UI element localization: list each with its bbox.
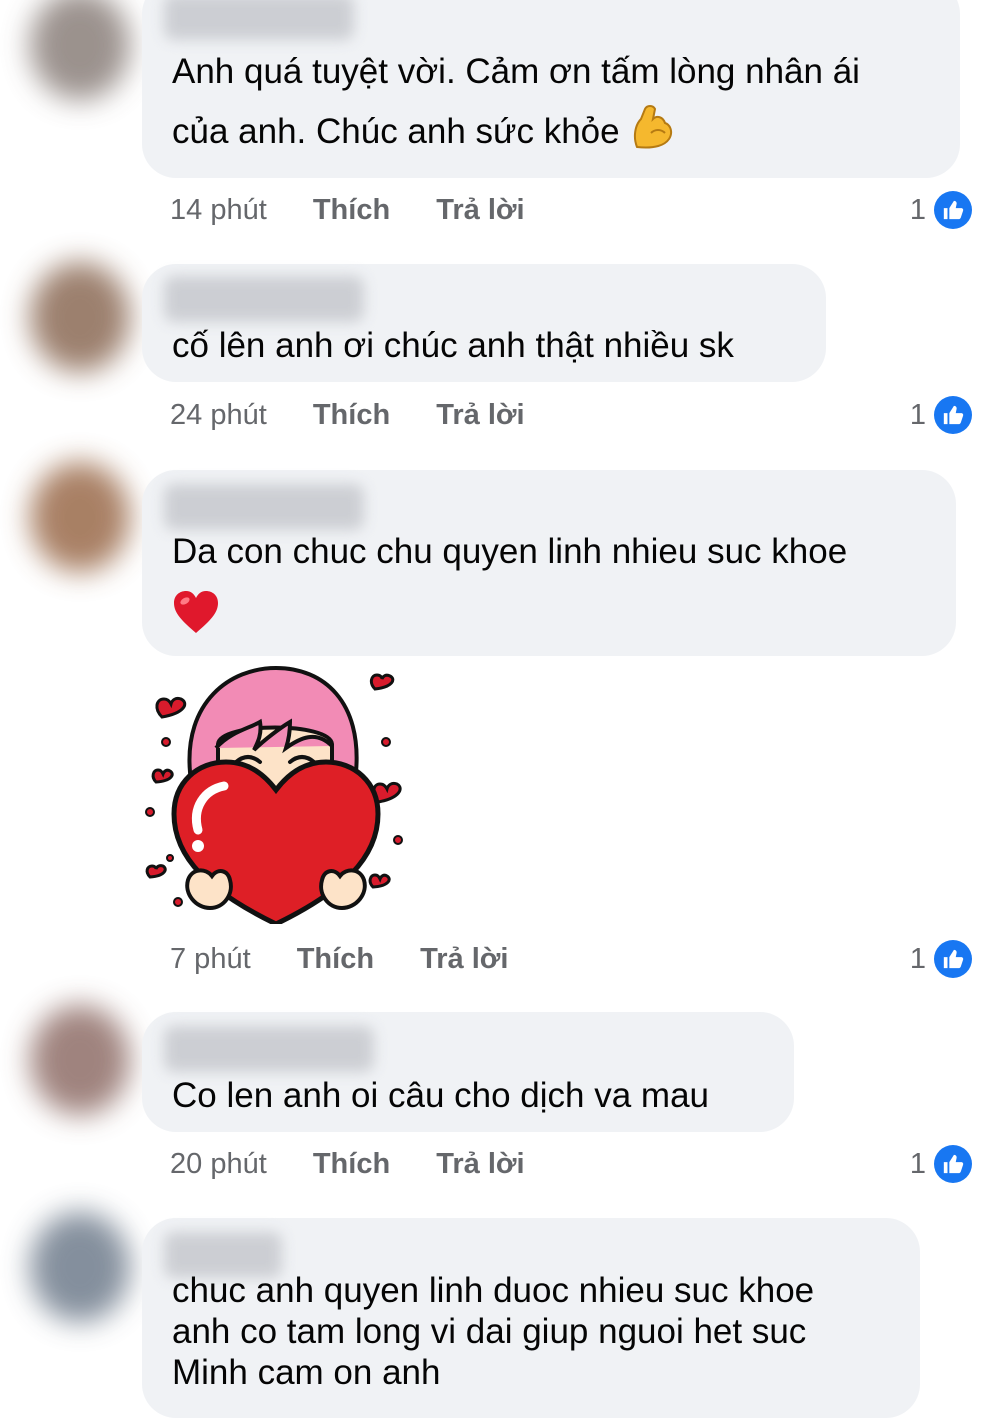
like-link[interactable]: Thích — [297, 939, 374, 979]
comment-bubble: Da con chuc chu quyen linh nhieu suc kho… — [142, 470, 956, 656]
comment-text: Co len anh oi câu cho dịch va mau — [172, 1076, 709, 1115]
reply-link[interactable]: Trả lời — [436, 190, 524, 230]
like-link[interactable]: Thích — [313, 190, 390, 230]
reply-link[interactable]: Trả lời — [436, 1144, 524, 1184]
reaction-count[interactable]: 1 — [910, 1144, 972, 1184]
thumbs-up-icon — [934, 191, 972, 229]
red-heart-icon — [174, 591, 218, 633]
comment-meta: 7 phút Thích Trả lời — [170, 939, 508, 979]
like-link[interactable]: Thích — [313, 1144, 390, 1184]
comment-meta: 24 phút Thích Trả lời — [170, 395, 525, 435]
reply-link[interactable]: Trả lời — [436, 395, 524, 435]
comment-bubble: Co len anh oi câu cho dịch va mau — [142, 1012, 794, 1132]
avatar[interactable] — [30, 262, 130, 372]
comment-time[interactable]: 7 phút — [170, 939, 251, 979]
comment-time[interactable]: 24 phút — [170, 395, 267, 435]
thumbs-up-icon — [934, 396, 972, 434]
comment-time[interactable]: 20 phút — [170, 1144, 267, 1184]
comment-meta: 20 phút Thích Trả lời — [170, 1144, 525, 1184]
thumbs-up-icon — [934, 940, 972, 978]
comment-time[interactable]: 14 phút — [170, 190, 267, 230]
reaction-number: 1 — [909, 942, 926, 975]
comment-text: Anh quá tuyệt vời. Cảm ơn tấm lòng nhân … — [172, 52, 860, 151]
reaction-count[interactable]: 1 — [910, 939, 972, 979]
reaction-number: 1 — [909, 398, 926, 431]
comment-meta: 14 phút Thích Trả lời — [170, 190, 525, 230]
avatar[interactable] — [30, 462, 130, 572]
avatar[interactable] — [30, 0, 130, 100]
thumbs-up-icon — [934, 1145, 972, 1183]
avatar[interactable] — [30, 1212, 130, 1322]
reply-link[interactable]: Trả lời — [420, 939, 508, 979]
sticker-girl-hugging-heart[interactable] — [140, 662, 412, 924]
reaction-count[interactable]: 1 — [910, 395, 972, 435]
blurred-author-name — [164, 0, 354, 40]
reaction-number: 1 — [909, 1147, 926, 1180]
comment-text: chuc anh quyen linh duoc nhieu suc khoe … — [172, 1271, 815, 1392]
comment-bubble: Anh quá tuyệt vời. Cảm ơn tấm lòng nhân … — [142, 0, 960, 178]
avatar[interactable] — [30, 1005, 130, 1115]
comment-text: Da con chuc chu quyen linh nhieu suc kho… — [172, 522, 930, 642]
reaction-number: 1 — [909, 193, 926, 226]
comment-bubble: cố lên anh ơi chúc anh thật nhiều sk — [142, 264, 826, 382]
comment-text: cố lên anh ơi chúc anh thật nhiều sk — [172, 326, 734, 365]
reaction-count[interactable]: 1 — [910, 190, 972, 230]
comment-bubble: chuc anh quyen linh duoc nhieu suc khoe … — [142, 1218, 920, 1418]
flexed-biceps-icon — [634, 105, 673, 149]
like-link[interactable]: Thích — [313, 395, 390, 435]
